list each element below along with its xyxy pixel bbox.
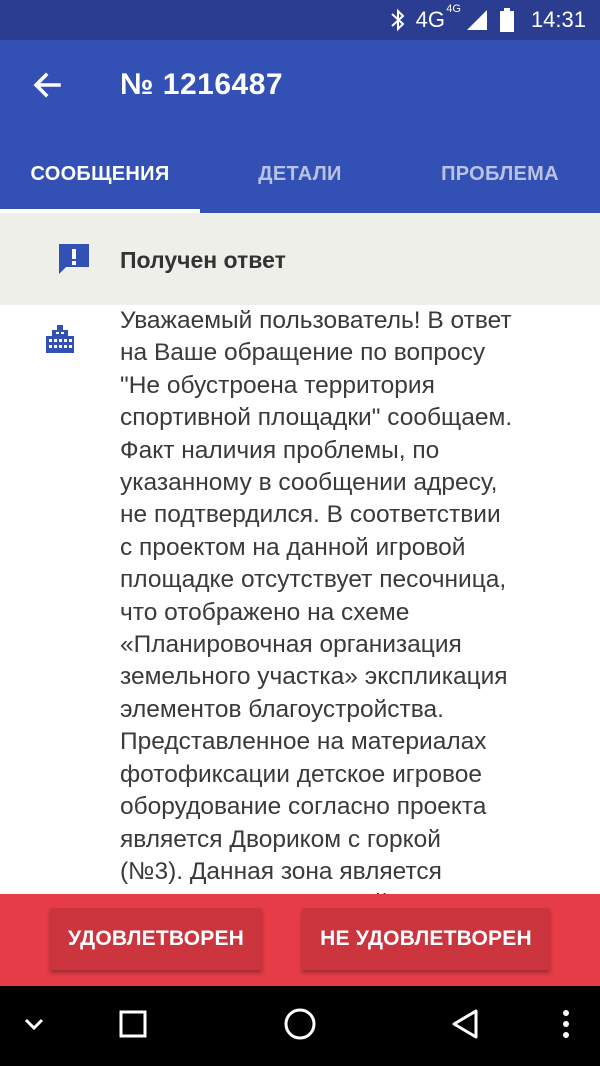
clock: 14:31 [530,7,586,32]
square-icon [118,1009,148,1044]
action-bar: УДОВЛЕТВОРЕН НЕ УДОВЛЕТВОРЕН [0,894,600,986]
message-item: Уважаемый пользователь! В ответ на Ваше … [0,305,600,895]
home-button[interactable] [280,1006,320,1046]
circle-icon [283,1007,317,1046]
app-bar: № 1216487 [0,40,600,135]
status-text: Получен ответ [120,247,286,273]
not-satisfied-button[interactable]: НЕ УДОВЛЕТВОРЕН [302,908,550,970]
tab-details[interactable]: ДЕТАЛИ [200,135,400,213]
more-vertical-icon [560,1008,572,1045]
back-nav-button[interactable] [446,1006,486,1046]
response-status-row: Получен ответ [0,213,600,305]
chevron-down-icon [22,1012,46,1041]
tab-bar: СООБЩЕНИЯ ДЕТАЛИ ПРОБЛЕМА [0,135,600,213]
status-bar: 4G 4G 14:31 [0,0,600,40]
back-button[interactable] [22,62,72,112]
arrow-left-icon [32,70,62,105]
system-nav-bar [0,986,600,1066]
tab-problem[interactable]: ПРОБЛЕМА [400,135,600,213]
organization-building-icon [44,323,76,360]
signal-icon [465,8,489,32]
page-title: № 1216487 [120,68,284,101]
satisfied-button[interactable]: УДОВЛЕТВОРЕН [50,908,262,970]
network-type: 4G 4G [415,3,461,32]
menu-button[interactable] [546,1006,586,1046]
message-text: Уважаемый пользователь! В ответ на Ваше … [120,307,513,895]
recents-button[interactable] [113,1006,153,1046]
feedback-alert-icon [56,241,92,282]
battery-icon [499,7,515,33]
collapse-button[interactable] [14,1006,54,1046]
bluetooth-icon [390,8,406,32]
tab-messages[interactable]: СООБЩЕНИЯ [0,135,200,213]
triangle-back-icon [450,1008,482,1045]
